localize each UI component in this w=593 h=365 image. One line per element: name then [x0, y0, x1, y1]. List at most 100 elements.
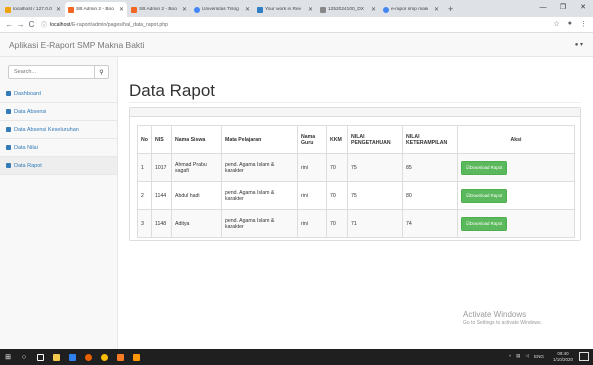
cell-pengetahuan: 71 [347, 209, 403, 238]
url-host: localhost [50, 21, 71, 28]
info-icon[interactable]: ⓘ [41, 20, 47, 29]
browser-tab-active[interactable]: SB Admin 2 - Boo ✕ [65, 2, 127, 17]
browser-tab[interactable]: Universitas Trilog ✕ [191, 2, 253, 17]
back-icon[interactable]: ← [4, 20, 15, 29]
cell-no: 1 [137, 153, 152, 182]
close-window-icon[interactable]: ✕ [573, 0, 593, 17]
tab-close-icon[interactable]: ✕ [56, 6, 61, 13]
app-brand[interactable]: Aplikasi E-Raport SMP Makna Bakti [9, 40, 144, 50]
sublime-icon[interactable] [128, 349, 144, 365]
url-field[interactable]: ⓘ localhost/E-raport/admin/pages/hal_dat… [41, 20, 168, 30]
tab-close-icon[interactable]: ✕ [245, 6, 250, 13]
col-header-keterampilan[interactable]: NILAI KETERAMPILAN [402, 125, 458, 154]
sidebar-item-label: Dashboard [14, 90, 41, 97]
cell-aksi: ☑Download Rapot [457, 181, 575, 210]
tab-favicon-icon [131, 6, 137, 13]
browser-tab[interactable]: Your work in Rev ✕ [254, 2, 316, 17]
tab-favicon-icon [68, 6, 74, 13]
sidebar-item-data-rapot[interactable]: Data Rapot [0, 157, 117, 175]
search-circle-icon[interactable]: ○ [16, 349, 32, 365]
network-icon[interactable]: ▤ [516, 353, 520, 359]
new-tab-button[interactable]: + [443, 2, 458, 17]
cell-guru: rini [297, 153, 327, 182]
tab-close-icon[interactable]: ✕ [182, 6, 187, 13]
bookmark-star-icon[interactable]: ☆ [553, 20, 559, 28]
download-rapot-button[interactable]: ☑Download Rapot [461, 188, 508, 203]
col-header-nis[interactable]: NIS [151, 125, 172, 154]
col-header-mapel[interactable]: Mata Pelajaran [221, 125, 298, 154]
cell-keterampilan: 85 [402, 153, 458, 182]
tab-close-icon[interactable]: ✕ [434, 6, 439, 13]
sidebar-item-dashboard[interactable]: Dashboard [0, 85, 117, 103]
taskbar-clock[interactable]: 09:40 1/10/2020 [553, 351, 573, 363]
tab-close-icon[interactable]: ✕ [119, 6, 124, 13]
xampp-icon[interactable] [112, 349, 128, 365]
firefox-icon[interactable] [80, 349, 96, 365]
minimize-icon[interactable]: — [533, 0, 553, 17]
col-header-no[interactable]: No [137, 125, 152, 154]
browser-tab[interactable]: SB Admin 2 - Boo ✕ [128, 2, 190, 17]
notification-icon[interactable] [579, 352, 589, 361]
sidebar-item-data-absensi-keseluruhan[interactable]: Data Absensi Keseluruhan [0, 121, 117, 139]
tab-close-icon[interactable]: ✕ [371, 6, 376, 13]
chrome-icon[interactable] [96, 349, 112, 365]
task-view-icon[interactable] [32, 349, 48, 365]
window-controls: — ❐ ✕ [533, 0, 593, 17]
tab-label: SB Admin 2 - Boo [139, 7, 177, 12]
main-content: Data Rapot No NIS Nama Siswa Mata Pelaja… [119, 57, 593, 349]
table-icon [6, 145, 11, 150]
browser-tab[interactable]: 1252024100_DX ✕ [317, 2, 379, 17]
download-rapot-button[interactable]: ☑Download Rapot [461, 216, 508, 231]
address-bar: ← → C ⓘ localhost/E-raport/admin/pages/h… [0, 17, 593, 33]
language-indicator[interactable]: ENG [534, 354, 544, 359]
user-menu[interactable]: ● ▾ [575, 41, 583, 48]
download-rapot-button[interactable]: ☑Download Rapot [461, 160, 508, 175]
sidebar-item-data-nilai[interactable]: Data Nilai [0, 139, 117, 157]
col-header-kkm[interactable]: KKM [326, 125, 348, 154]
col-header-nama[interactable]: Nama Siswa [171, 125, 222, 154]
col-header-guru[interactable]: Nama Guru [297, 125, 327, 154]
store-icon[interactable] [64, 349, 80, 365]
table-icon [6, 109, 11, 114]
tab-favicon-icon [257, 6, 263, 13]
cell-guru: rini [297, 209, 327, 238]
watermark-line-2: Go to Settings to activate Windows. [463, 320, 542, 326]
cell-mapel: pend. Agama Islam & karakter [221, 181, 298, 210]
volume-icon[interactable]: ◁ [525, 353, 529, 359]
browser-tab-bar: localhost / 127.0.0 ✕ SB Admin 2 - Boo ✕ S… [0, 0, 593, 17]
activate-windows-watermark: Activate Windows Go to Settings to activ… [463, 310, 542, 326]
cell-nis: 1017 [151, 153, 172, 182]
restore-icon[interactable]: ❐ [553, 0, 573, 17]
panel-heading [130, 108, 580, 117]
tab-label: 1252024100_DX [328, 7, 365, 12]
cell-nama: Aditya [171, 209, 222, 238]
sidebar-item-data-absensi[interactable]: Data Absensi [0, 103, 117, 121]
tab-label: SB Admin 2 - Boo [76, 7, 114, 12]
search-button[interactable]: ⚲ [94, 66, 108, 78]
table-row: 2 1144 Abdul hadi pend. Agama Islam & ka… [137, 181, 575, 210]
cell-kkm: 70 [326, 209, 348, 238]
tray-chevron-icon[interactable]: ^ [509, 354, 511, 359]
sidebar-item-label: Data Nilai [14, 144, 38, 151]
col-header-pengetahuan[interactable]: NILAI PENGETAHUAN [347, 125, 403, 154]
forward-icon[interactable]: → [15, 20, 26, 29]
tab-close-icon[interactable]: ✕ [308, 6, 313, 13]
cell-pengetahuan: 75 [347, 153, 403, 182]
cell-keterampilan: 80 [402, 181, 458, 210]
col-header-aksi[interactable]: Aksi [457, 125, 575, 154]
search-input[interactable] [9, 66, 94, 78]
app-navbar: Aplikasi E-Raport SMP Makna Bakti ● ▾ [0, 33, 593, 57]
table-icon [6, 163, 11, 168]
tab-favicon-icon [383, 6, 389, 13]
reload-icon[interactable]: C [26, 20, 37, 29]
table-row: 3 1148 Aditya pend. Agama Islam & karakt… [137, 209, 575, 238]
menu-dots-icon[interactable]: ⋮ [580, 20, 587, 28]
windows-start-icon[interactable]: ⊞ [0, 349, 16, 365]
profile-icon[interactable]: ● [568, 20, 572, 28]
cell-guru: rini [297, 181, 327, 210]
clock-date: 1/10/2020 [552, 357, 573, 362]
cell-no: 2 [137, 181, 152, 210]
browser-tab[interactable]: localhost / 127.0.0 ✕ [2, 2, 64, 17]
file-explorer-icon[interactable] [48, 349, 64, 365]
browser-tab[interactable]: e-rapor smp maki ✕ [380, 2, 442, 17]
